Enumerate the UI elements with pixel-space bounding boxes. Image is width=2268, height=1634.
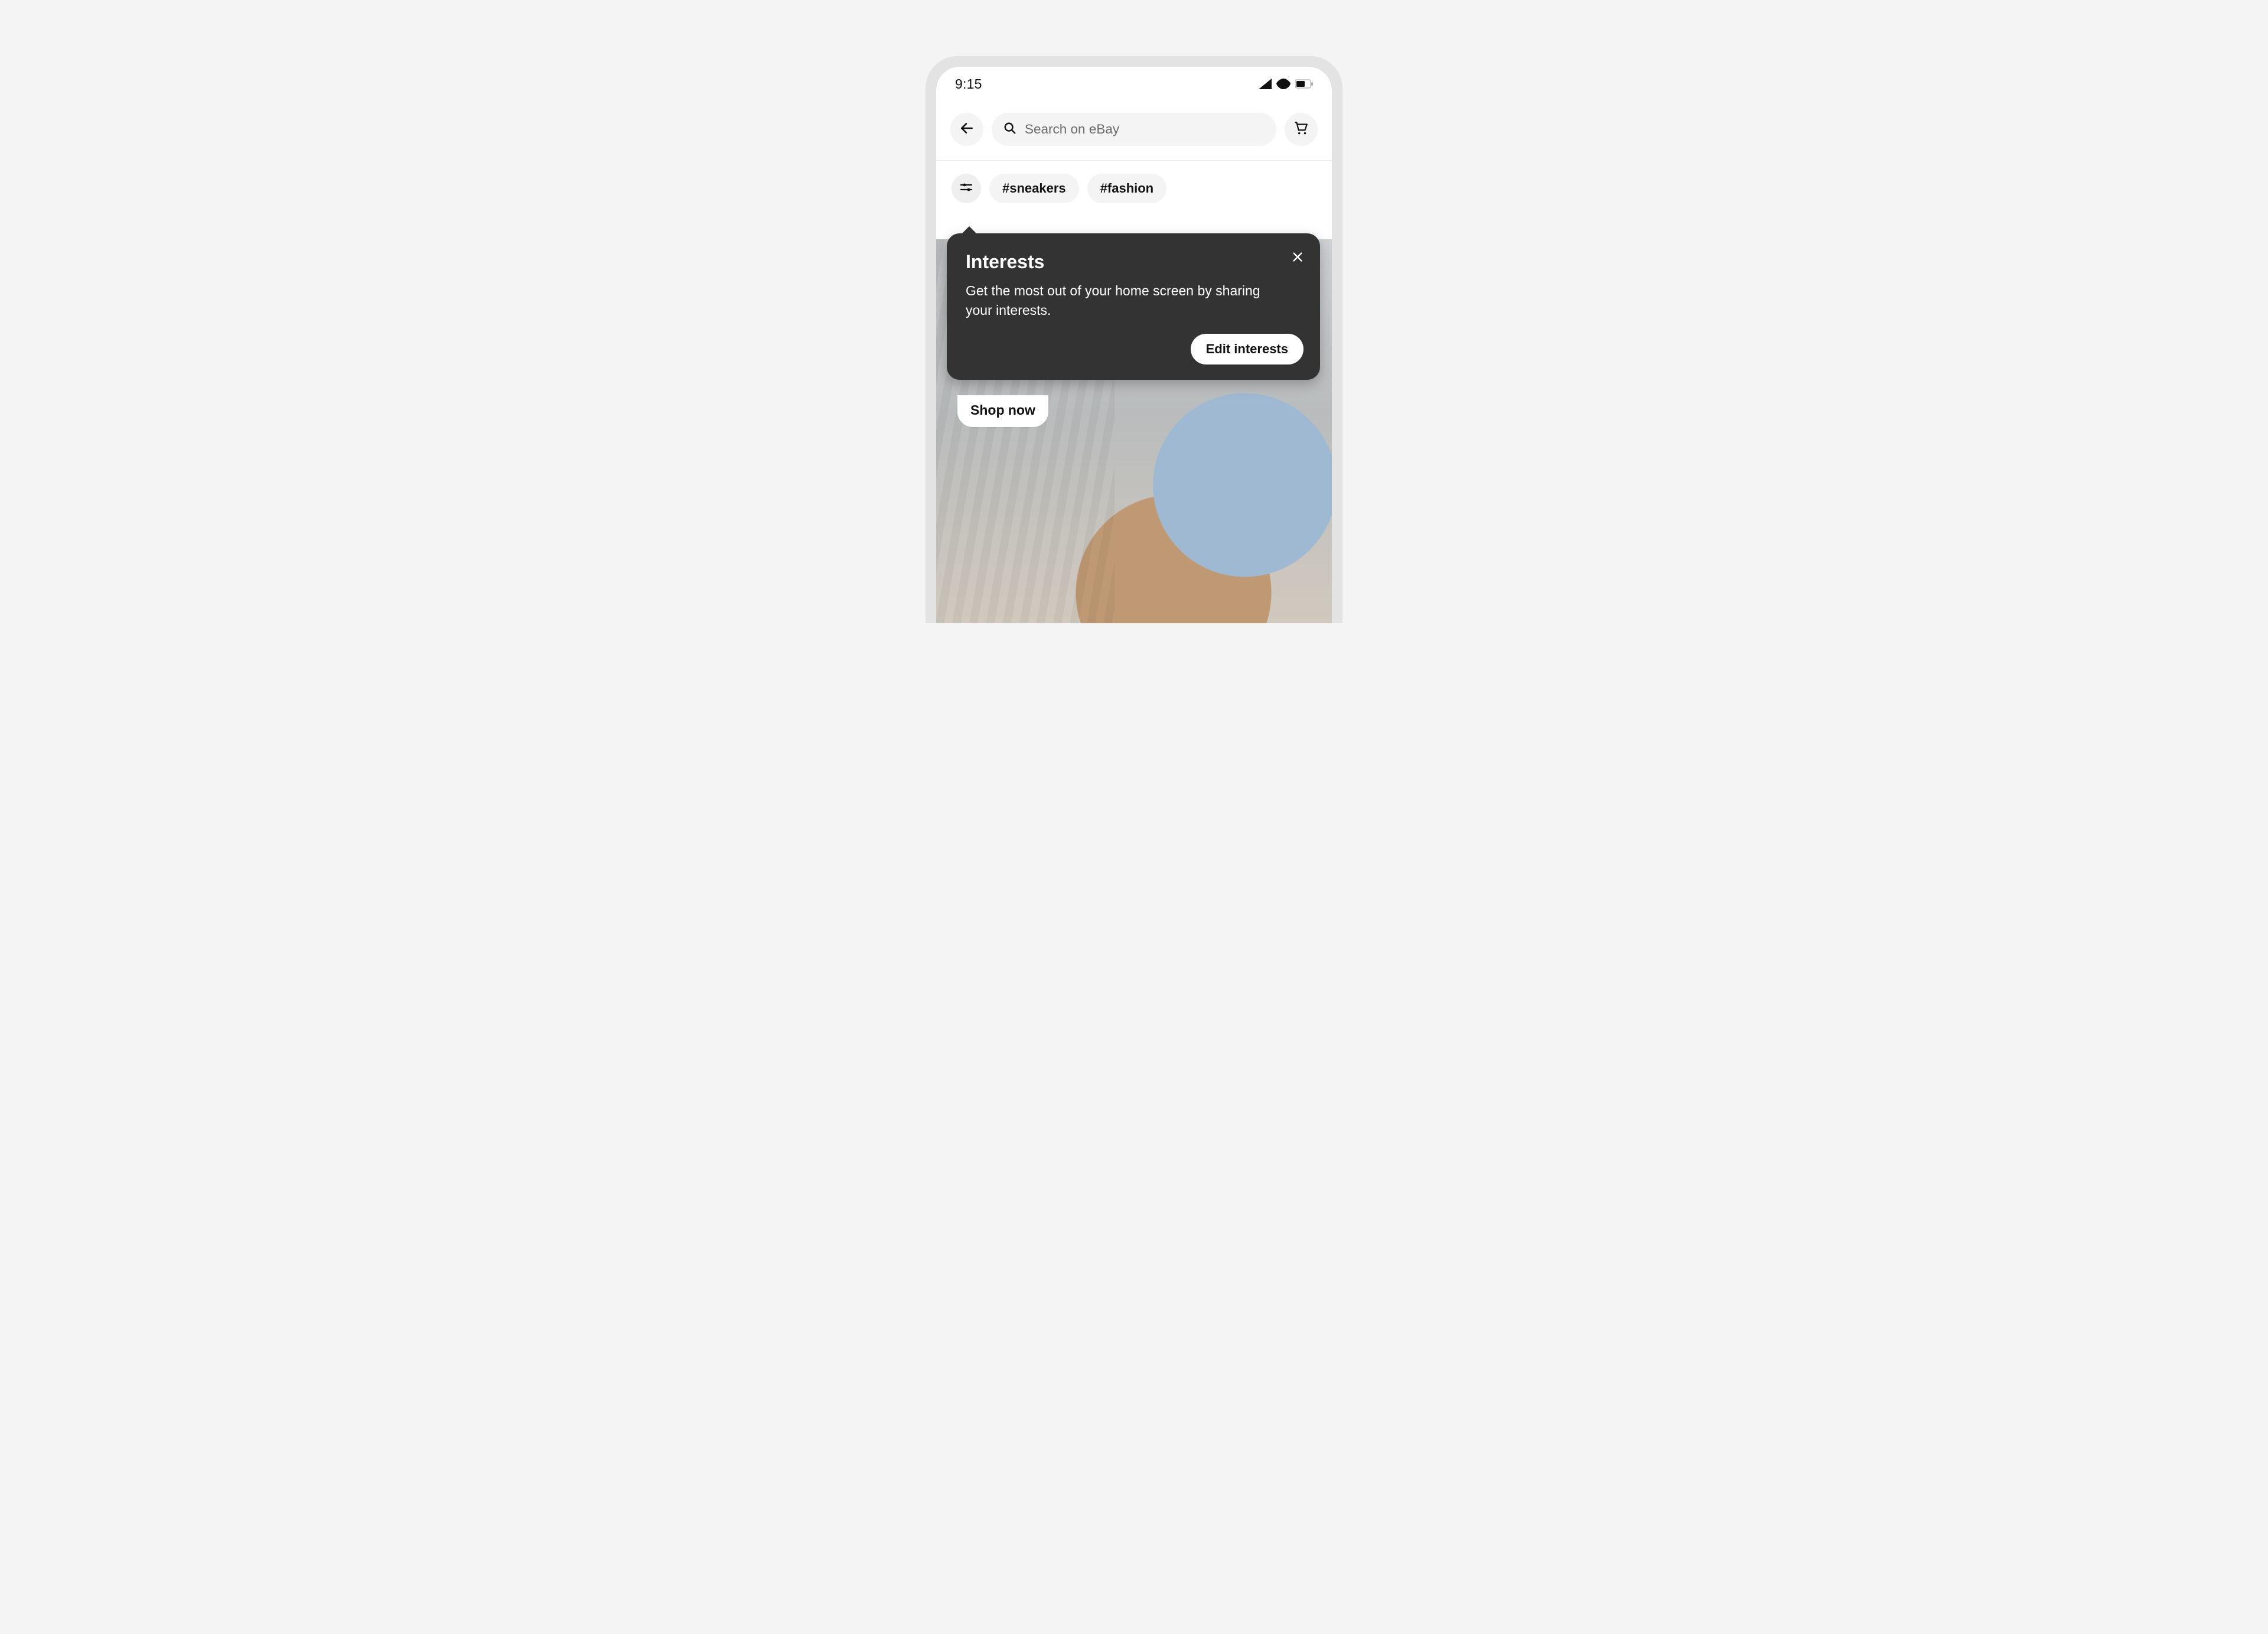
search-field[interactable]: Search on eBay	[992, 113, 1276, 146]
cart-button[interactable]	[1285, 113, 1318, 146]
back-arrow-icon	[959, 121, 975, 139]
status-time: 9:15	[955, 76, 982, 92]
sliders-icon	[959, 180, 973, 197]
tooltip-message: Get the most out of your home screen by …	[966, 281, 1276, 320]
app-topbar: Search on eBay	[936, 101, 1332, 161]
canvas: 9:15	[709, 0, 1559, 613]
filter-button[interactable]	[951, 174, 981, 203]
edit-interests-button[interactable]: Edit interests	[1191, 334, 1304, 364]
cart-icon	[1293, 121, 1309, 139]
back-button[interactable]	[950, 113, 983, 146]
edit-interests-label: Edit interests	[1206, 341, 1288, 357]
close-icon	[1291, 250, 1304, 266]
tooltip-actions: Edit interests	[966, 334, 1304, 364]
app-screen: 9:15	[936, 67, 1332, 623]
status-bar: 9:15	[936, 67, 1332, 101]
tooltip-close-button[interactable]	[1287, 248, 1308, 269]
status-icons	[1259, 79, 1313, 89]
interest-chip-row: #sneakers #fashion	[936, 161, 1332, 215]
search-placeholder: Search on eBay	[1025, 122, 1119, 137]
tooltip-title: Interests	[966, 251, 1304, 273]
interest-chip-sneakers[interactable]: #sneakers	[989, 174, 1079, 203]
shop-now-button[interactable]: Shop now	[957, 395, 1048, 427]
cellular-icon	[1259, 79, 1272, 89]
interest-chip-fashion[interactable]: #fashion	[1087, 174, 1166, 203]
battery-icon	[1295, 79, 1313, 89]
chip-label: #fashion	[1100, 181, 1153, 196]
shop-now-label: Shop now	[970, 402, 1035, 418]
interests-tooltip: Interests Get the most out of your home …	[947, 233, 1320, 380]
device-frame: 9:15	[926, 56, 1342, 623]
tooltip-body: Interests Get the most out of your home …	[947, 233, 1320, 380]
wifi-icon	[1276, 79, 1291, 89]
search-icon	[1003, 122, 1016, 138]
chip-label: #sneakers	[1002, 181, 1066, 196]
